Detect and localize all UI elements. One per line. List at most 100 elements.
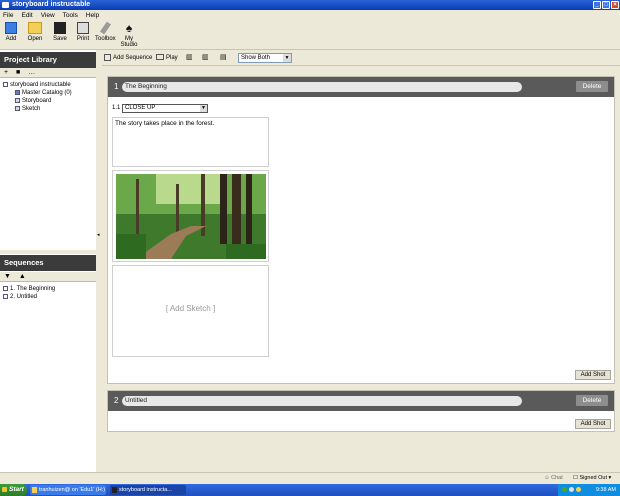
pane-splitter[interactable] [0, 250, 96, 254]
storyboard-icon [15, 97, 20, 103]
chevron-down-icon: ▼ [200, 105, 207, 112]
expand-icon[interactable] [3, 285, 8, 291]
sequences-header: Sequences [0, 255, 96, 271]
move-up-icon[interactable]: ▲ [19, 273, 26, 280]
add-sketch-area[interactable]: [ Add Sketch ] [112, 265, 269, 357]
forest-image [116, 174, 266, 259]
tree-master-catalog[interactable]: Master Catalog (0) [3, 89, 96, 97]
shot-number: 1.1 [112, 105, 121, 111]
left-pane: Project Library + ■ … storyboard instruc… [0, 50, 96, 472]
add-sequence-icon [104, 53, 111, 61]
chat-icon: ☺ [544, 475, 550, 481]
project-tree: storyboard instructable Master Catalog (… [0, 81, 96, 113]
app-icon [112, 487, 117, 493]
menu-tools[interactable]: Tools [63, 12, 78, 19]
delete-sequence-button[interactable]: Delete [576, 81, 608, 92]
tree-storyboard[interactable]: Storyboard [3, 97, 96, 105]
title-bar: storyboard instructable _ □ × [0, 0, 620, 10]
sequence-list-item[interactable]: 1. The Beginning [3, 285, 96, 293]
sketch-icon [15, 105, 20, 111]
sequences-tools: ▼ ▲ [0, 272, 96, 282]
spade-icon: ♠ [125, 21, 133, 35]
delete-sequence-button[interactable]: Delete [576, 395, 608, 406]
app-icon [2, 2, 9, 8]
signed-out-status[interactable]: ☐ Signed Out ▾ [573, 475, 611, 481]
disk-icon [54, 22, 66, 34]
project-library-tools: + ■ … [0, 68, 96, 78]
collapse-icon[interactable] [3, 81, 8, 87]
view-select[interactable]: Show Both ▼ [238, 53, 292, 63]
shot-type-select[interactable]: CLOSE UP ▼ [122, 104, 208, 113]
sequence-header: 1 The Beginning Delete [108, 77, 614, 97]
menu-bar: File Edit View Tools Help [0, 10, 620, 20]
grid-view-icon[interactable]: ▥ [186, 53, 193, 63]
sequence-list-item[interactable]: 2. Untitled [3, 293, 96, 301]
add-sequence-button[interactable]: Add Sequence [104, 53, 152, 63]
column-view-icon[interactable]: ▥ [202, 53, 209, 63]
sequence-title-input[interactable]: Untitled [122, 396, 522, 406]
add-item-icon[interactable]: + [4, 69, 8, 76]
storyboard-toolbar: Add Sequence Play ▥ ▥ ▤ Show Both ▼ [102, 50, 620, 66]
play-icon [156, 54, 164, 61]
menu-help[interactable]: Help [86, 12, 99, 19]
expand-icon[interactable] [3, 293, 8, 299]
print-button[interactable]: Print [74, 22, 92, 48]
sequence-number: 2 [114, 396, 119, 405]
folder-small-icon[interactable]: ■ [16, 69, 20, 76]
main-toolbar: Add Open Save Print Toolbox ♠ My Studio [0, 20, 620, 50]
play-button[interactable]: Play [156, 53, 178, 63]
start-button[interactable]: Start [0, 484, 27, 496]
menu-view[interactable]: View [41, 12, 55, 19]
sequence-title-input[interactable]: The Beginning [122, 82, 522, 92]
add-shot-button[interactable]: Add Shot [575, 419, 611, 429]
toolbox-button[interactable]: Toolbox [95, 21, 116, 48]
project-library-header: Project Library [0, 52, 96, 68]
storyboard-area: 1 The Beginning Delete 1.1 CLOSE UP ▼ Th… [102, 66, 620, 472]
taskbar: Start tranhuizen@ on 'Edu1' (H:) storybo… [0, 484, 620, 496]
messenger-icon[interactable] [576, 487, 581, 492]
network-icon[interactable] [562, 487, 567, 492]
windows-logo-icon [2, 487, 7, 492]
clock: 9:38 AM [595, 487, 616, 493]
minimize-button[interactable]: _ [593, 1, 601, 9]
chevron-down-icon: ▼ [283, 54, 291, 62]
open-button[interactable]: Open [24, 22, 46, 48]
move-down-icon[interactable]: ▼ [4, 273, 11, 280]
folder-icon [28, 22, 42, 34]
shot-image-frame[interactable] [112, 170, 269, 262]
sequence-panel-1: 1 The Beginning Delete 1.1 CLOSE UP ▼ Th… [107, 76, 615, 384]
sequence-panel-2: 2 Untitled Delete Add Shot [107, 390, 615, 432]
add-button[interactable]: Add [3, 22, 19, 48]
status-bar: ☺ Chat ☐ Signed Out ▾ [0, 472, 620, 484]
window-title: storyboard instructable [12, 1, 91, 8]
menu-file[interactable]: File [3, 12, 13, 19]
add-sketch-label: [ Add Sketch ] [165, 304, 216, 313]
system-tray: 9:38 AM [558, 484, 620, 496]
tree-sketch[interactable]: Sketch [3, 105, 96, 113]
add-icon [5, 22, 17, 34]
add-shot-button[interactable]: Add Shot [575, 370, 611, 380]
sequence-list: 1. The Beginning 2. Untitled [0, 285, 96, 301]
chat-status[interactable]: ☺ Chat [544, 475, 563, 481]
catalog-icon [15, 89, 20, 95]
save-button[interactable]: Save [51, 22, 69, 48]
shot-description-field[interactable]: The story takes place in the forest. [112, 117, 269, 167]
my-studio-button[interactable]: ♠ My Studio [117, 22, 141, 48]
more-icon[interactable]: … [28, 69, 35, 76]
list-view-icon[interactable]: ▤ [220, 53, 227, 63]
menu-edit[interactable]: Edit [21, 12, 32, 19]
sequence-number: 1 [114, 82, 119, 91]
maximize-button[interactable]: □ [602, 1, 610, 9]
printer-icon [77, 22, 89, 34]
user-icon: ☐ [573, 475, 578, 481]
chevron-down-icon: ▾ [608, 475, 612, 481]
folder-icon [32, 487, 37, 493]
tree-root[interactable]: storyboard instructable [3, 81, 96, 89]
close-button[interactable]: × [611, 1, 619, 9]
volume-icon[interactable] [569, 487, 574, 492]
taskbar-item-storyboard[interactable]: storyboard instructa... [110, 485, 186, 495]
taskbar-item-explorer[interactable]: tranhuizen@ on 'Edu1' (H:) [30, 485, 106, 495]
sequence-header: 2 Untitled Delete [108, 391, 614, 411]
toolbox-icon [99, 21, 111, 35]
collapse-arrow-icon[interactable]: ◂ [97, 232, 100, 238]
